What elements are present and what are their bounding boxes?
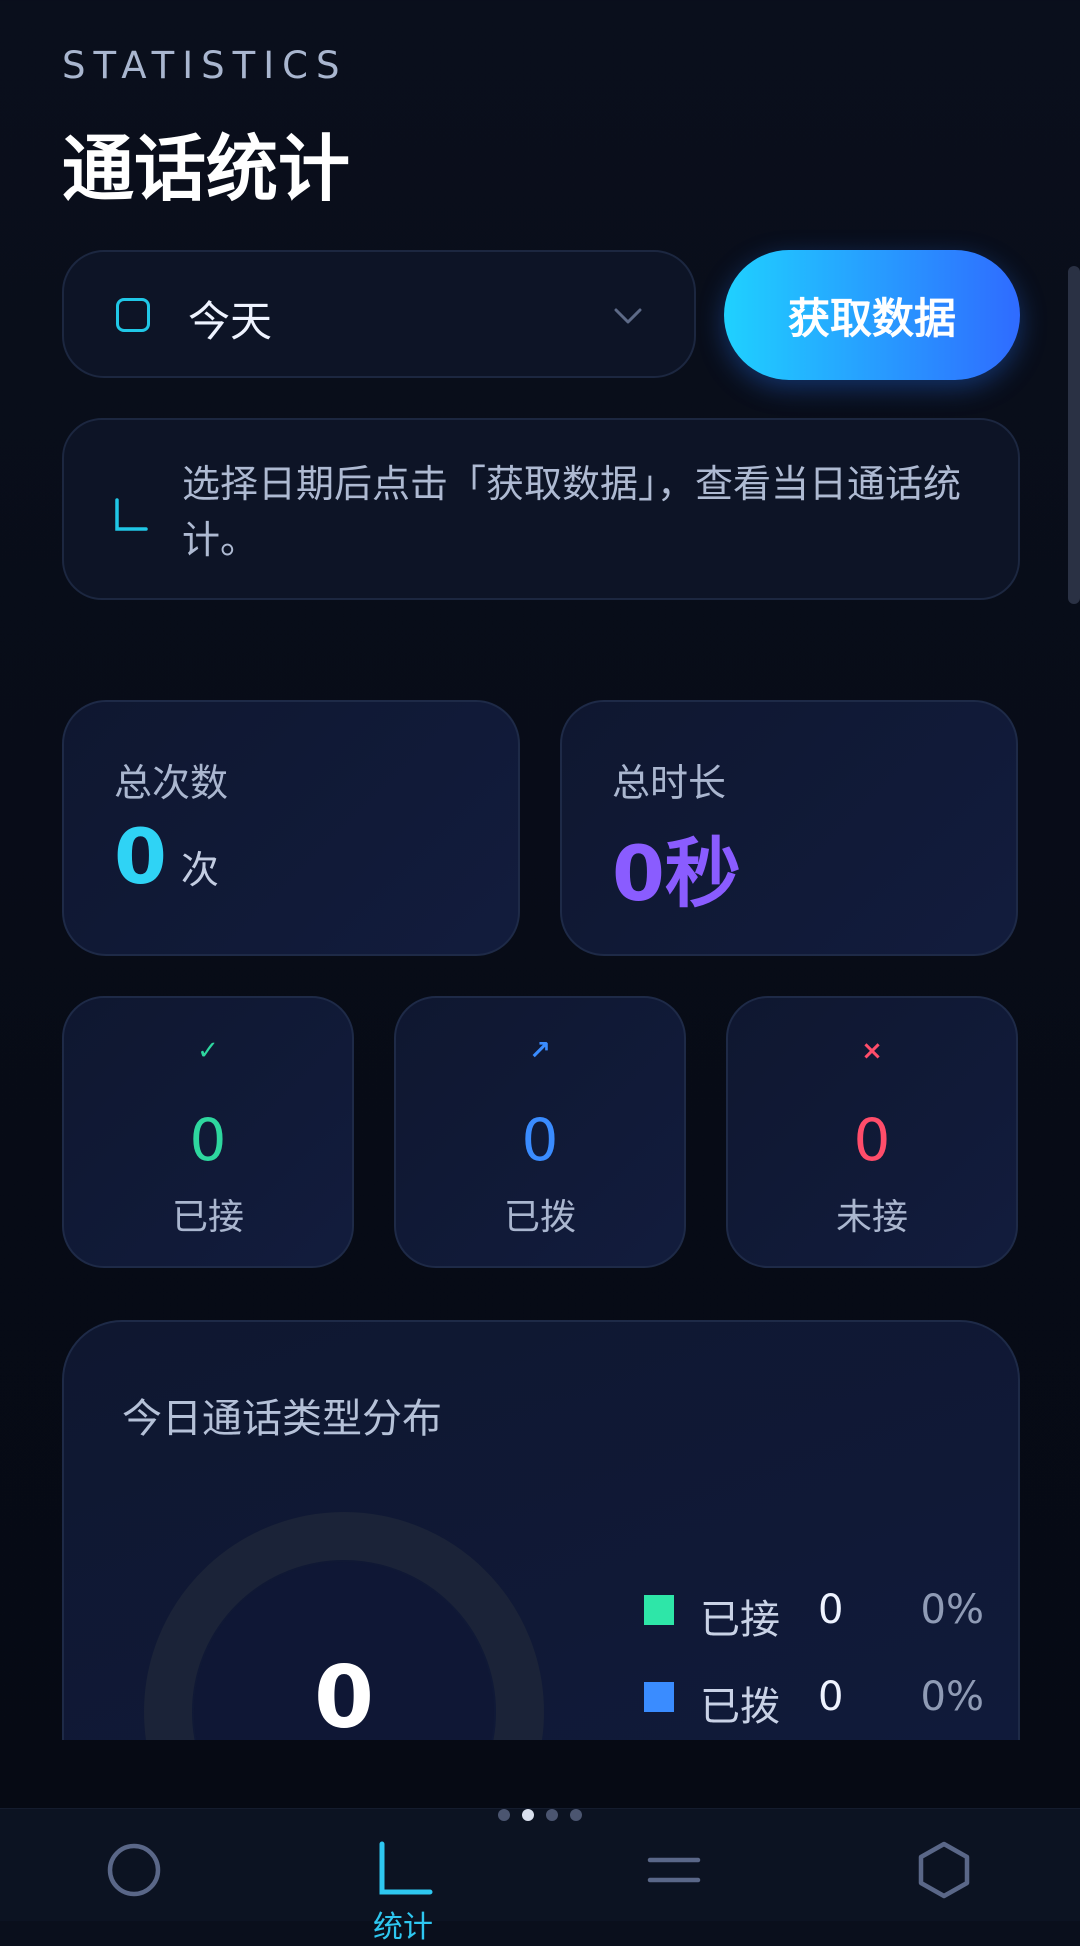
- calendar-icon: [116, 298, 150, 332]
- chart-icon: [115, 498, 148, 531]
- answered-label: 已接: [171, 1197, 244, 1238]
- missed-card: × 0 未接: [726, 996, 1018, 1268]
- scrollbar[interactable]: [1068, 266, 1080, 604]
- chevron-down-icon: [614, 308, 642, 324]
- total-duration-value: 0秒: [612, 829, 741, 918]
- dialed-value: 0: [521, 1106, 559, 1174]
- hint-text: 选择日期后点击「获取数据」，查看当日通话统计。: [182, 462, 962, 562]
- missed-label: 未接: [835, 1197, 908, 1238]
- total-count-label: 总次数: [114, 761, 229, 805]
- page-dot-active[interactable]: [522, 1809, 534, 1821]
- dialed-label: 已拨: [503, 1197, 576, 1238]
- distribution-title: 今日通话类型分布: [122, 1396, 442, 1442]
- missed-value: 0: [853, 1106, 891, 1174]
- legend-percent: 0%: [920, 1587, 984, 1633]
- date-value: 今天: [188, 297, 273, 346]
- total-duration-label: 总时长: [612, 761, 727, 805]
- answered-card: ✓ 0 已接: [62, 996, 354, 1268]
- page-indicator: [0, 1806, 1080, 1822]
- donut-center-value: 0: [314, 1648, 374, 1740]
- call-received-icon: ✓: [197, 1036, 219, 1066]
- hint-card: 选择日期后点击「获取数据」，查看当日通话统计。: [62, 418, 1020, 600]
- page-title: 通话统计: [62, 127, 351, 211]
- legend-name: 已拨: [700, 1684, 780, 1730]
- date-selector[interactable]: 今天: [62, 250, 696, 378]
- legend-count: 0: [818, 1674, 844, 1720]
- menu-icon[interactable]: [644, 1840, 704, 1900]
- legend-swatch-dialed: [644, 1682, 674, 1712]
- eyebrow-label: STATISTICS: [62, 44, 348, 87]
- page-dot[interactable]: [546, 1809, 558, 1821]
- call-outgoing-icon: ↗: [529, 1036, 551, 1066]
- call-missed-icon: ×: [861, 1036, 883, 1066]
- page-dot[interactable]: [498, 1809, 510, 1821]
- total-count-card: 总次数 0次: [62, 700, 520, 956]
- answered-value: 0: [189, 1106, 227, 1174]
- legend-name: 已接: [700, 1597, 780, 1643]
- legend-percent: 0%: [920, 1674, 984, 1720]
- call-type-distribution-card: 今日通话类型分布 0 已接 0 0% 已拨 0 0%: [62, 1320, 1020, 1740]
- total-count-unit: 次: [180, 848, 219, 892]
- circle-icon[interactable]: [104, 1840, 164, 1900]
- total-count-value-row: 0次: [114, 812, 219, 901]
- legend-item-dialed: 已拨 0 0%: [644, 1674, 984, 1730]
- total-duration-card: 总时长 0秒: [560, 700, 1018, 956]
- chart-icon[interactable]: [374, 1840, 434, 1900]
- hexagon-icon[interactable]: [914, 1840, 974, 1900]
- nav-label-stats[interactable]: 统计: [370, 1902, 436, 1946]
- page-dot[interactable]: [570, 1809, 582, 1821]
- dialed-card: ↗ 0 已拨: [394, 996, 686, 1268]
- legend-count: 0: [818, 1587, 844, 1633]
- legend-swatch-answered: [644, 1595, 674, 1625]
- legend-item-answered: 已接 0 0%: [644, 1587, 984, 1643]
- total-count-value: 0: [114, 812, 167, 901]
- fetch-data-button[interactable]: 获取数据: [724, 250, 1020, 380]
